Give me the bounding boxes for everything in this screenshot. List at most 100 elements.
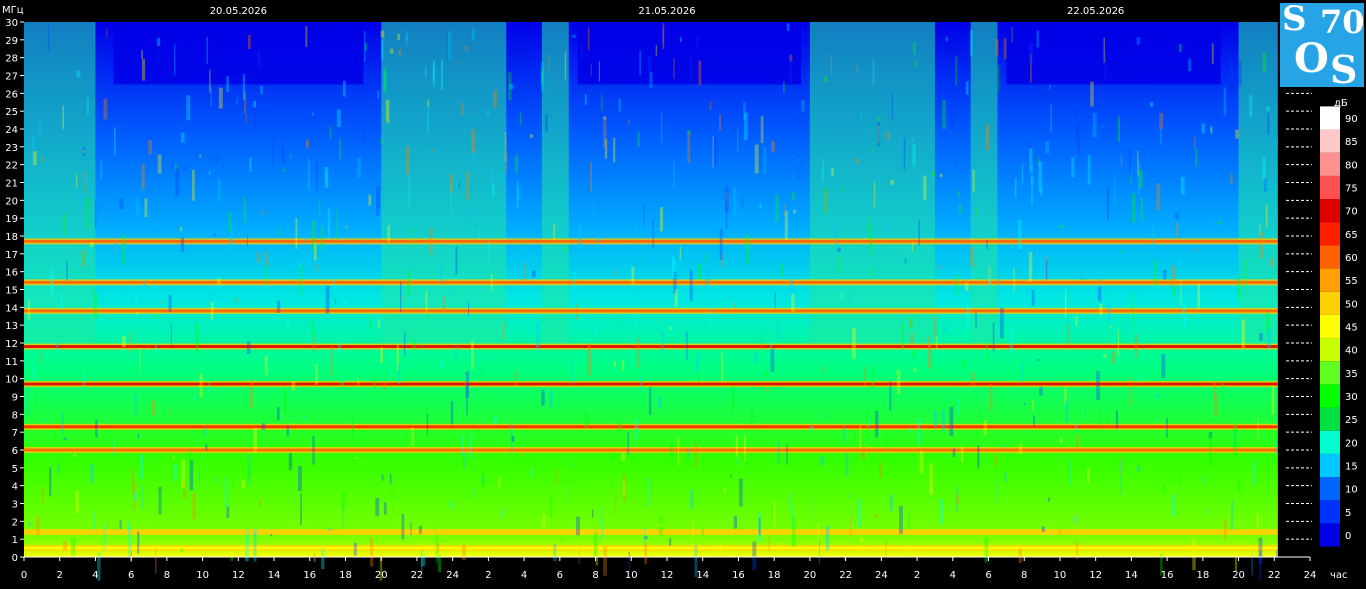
- noise-streak: [283, 168, 286, 173]
- colorbar-tick-label: 0: [1345, 531, 1351, 542]
- noise-streak: [490, 165, 494, 185]
- noise-streak: [1262, 157, 1267, 181]
- noise-streak: [469, 433, 472, 460]
- colorbar-tick-label: 45: [1345, 323, 1358, 334]
- band-0: [24, 546, 1278, 550]
- colorbar-tick-label: 20: [1345, 438, 1358, 449]
- noise-streak: [203, 426, 207, 437]
- noise-streak: [825, 413, 828, 418]
- noise-streak: [837, 247, 841, 252]
- noise-streak: [966, 305, 970, 330]
- noise-streak: [260, 85, 263, 95]
- noise-streak: [874, 514, 879, 518]
- noise-streak: [634, 311, 636, 333]
- noise-streak: [775, 194, 779, 223]
- colorbar-tick-label: 15: [1345, 462, 1358, 473]
- noise-streak: [437, 554, 442, 573]
- noise-streak: [643, 536, 648, 540]
- noise-streak: [797, 154, 801, 178]
- y-tick-label: 12: [5, 339, 18, 350]
- noise-streak: [1229, 62, 1234, 82]
- noise-streak: [66, 260, 68, 281]
- noise-streak: [1275, 439, 1279, 455]
- noise-streak: [32, 364, 36, 380]
- y-tick-label: 30: [5, 18, 18, 29]
- noise-streak: [215, 154, 218, 164]
- noise-streak: [217, 278, 221, 285]
- noise-streak: [1161, 354, 1166, 378]
- noise-streak: [1125, 326, 1128, 333]
- noise-streak: [478, 228, 481, 241]
- noise-streak: [431, 148, 434, 152]
- noise-streak: [181, 459, 186, 489]
- colorbar-segment: [1320, 245, 1340, 269]
- noise-streak: [697, 263, 702, 280]
- noise-streak: [709, 307, 711, 332]
- x-tick-label: 0: [21, 570, 27, 581]
- noise-streak: [686, 331, 688, 361]
- colorbar-tick-label: 55: [1345, 276, 1358, 287]
- noise-streak: [672, 256, 676, 279]
- band-3: [24, 425, 1278, 429]
- colorbar-tick-label: 35: [1345, 369, 1358, 380]
- noise-streak: [137, 433, 140, 439]
- noise-streak: [1002, 443, 1004, 449]
- noise-streak: [660, 112, 663, 143]
- noise-streak: [315, 364, 318, 385]
- noise-streak: [997, 65, 999, 92]
- y-tick-label: 25: [5, 107, 18, 118]
- noise-streak: [381, 39, 384, 60]
- noise-streak: [312, 436, 315, 465]
- noise-streak: [689, 56, 691, 87]
- noise-streak: [500, 508, 504, 518]
- noise-streak: [1262, 52, 1267, 72]
- noise-streak: [809, 317, 812, 326]
- noise-streak: [1265, 204, 1268, 227]
- noise-streak: [644, 541, 648, 565]
- noise-streak: [493, 89, 497, 109]
- noise-streak: [62, 213, 67, 235]
- noise-streak: [962, 358, 966, 368]
- noise-streak: [1078, 149, 1081, 158]
- noise-streak: [620, 453, 625, 462]
- noise-streak: [378, 319, 380, 329]
- noise-streak: [983, 420, 987, 435]
- colorbar-tick-label: 60: [1345, 253, 1358, 264]
- noise-streak: [1194, 248, 1198, 251]
- noise-streak: [868, 215, 870, 233]
- noise-streak: [659, 523, 662, 527]
- noise-streak: [1257, 415, 1259, 441]
- noise-streak: [731, 385, 734, 415]
- noise-streak: [382, 381, 386, 391]
- noise-streak: [1250, 223, 1253, 234]
- colorbar-tick-label: 75: [1345, 184, 1358, 195]
- noise-streak: [705, 253, 708, 262]
- noise-streak: [1090, 81, 1094, 107]
- noise-streak: [1180, 279, 1182, 306]
- y-tick-label: 2: [12, 517, 18, 528]
- noise-streak: [850, 517, 852, 537]
- noise-streak: [1094, 351, 1096, 358]
- noise-streak: [311, 319, 314, 337]
- noise-streak: [563, 247, 567, 251]
- noise-streak: [129, 333, 132, 353]
- noise-streak: [694, 442, 698, 467]
- y-tick-label: 16: [5, 268, 18, 279]
- noise-streak: [305, 139, 310, 148]
- noise-streak: [1033, 415, 1035, 426]
- noise-streak: [1234, 552, 1238, 572]
- noise-streak: [560, 536, 563, 542]
- noise-streak: [612, 450, 615, 461]
- noise-streak: [910, 549, 913, 556]
- noise-streak: [324, 167, 329, 188]
- noise-streak: [532, 270, 536, 278]
- noise-streak: [768, 536, 770, 551]
- noise-streak: [971, 372, 975, 387]
- noise-streak: [817, 523, 819, 550]
- noise-streak: [516, 181, 519, 209]
- noise-streak: [655, 45, 658, 56]
- noise-streak: [742, 198, 744, 208]
- x-tick-label: 24: [446, 570, 459, 581]
- noise-streak: [885, 540, 887, 556]
- noise-streak: [272, 138, 275, 168]
